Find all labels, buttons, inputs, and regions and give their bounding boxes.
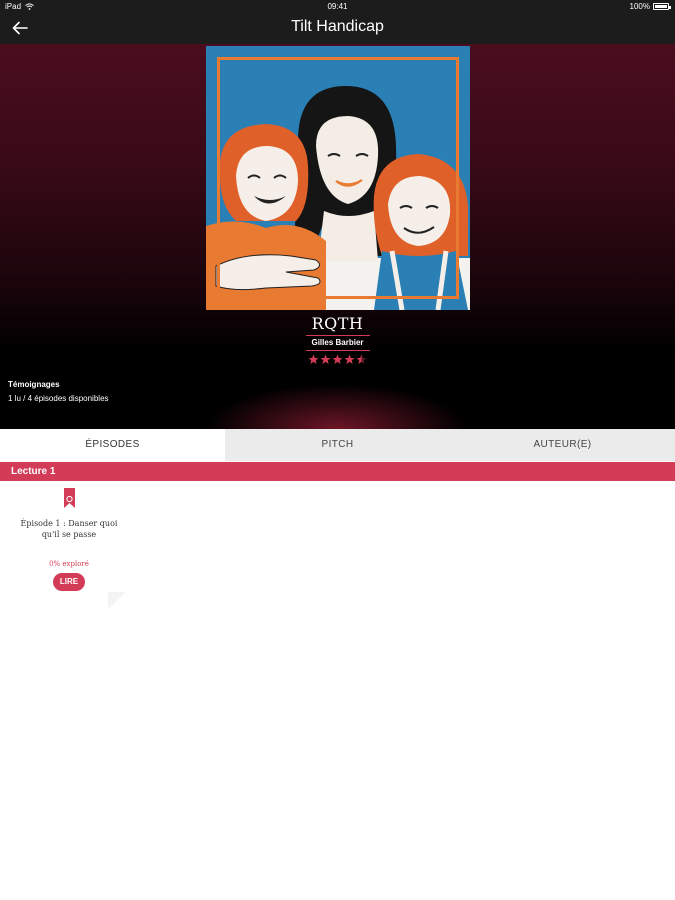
tab-pitch[interactable]: PITCH [225,429,450,461]
episode-availability: 1 lu / 4 épisodes disponibles [8,394,109,403]
author-divider [306,350,370,351]
star-icon [332,354,343,364]
book-cover [206,46,470,310]
tab-author[interactable]: AUTEUR(E) [450,429,675,461]
status-bar: iPad 09:41 100% [0,0,675,13]
title-divider [306,335,370,336]
book-hero: RQTH Gilles Barbier Témoignages 1 lu / 4… [0,44,675,429]
rating-stars [0,354,675,365]
battery-percent: 100% [629,2,650,11]
page-title: Tilt Handicap [291,18,384,35]
tab-bar: ÉPISODES PITCH AUTEUR(E) [0,429,675,461]
episode-progress: 0% exploré [49,560,89,568]
card-page-fold [108,592,126,610]
tab-episodes[interactable]: ÉPISODES [0,429,225,461]
star-icon [356,354,367,364]
read-button[interactable]: LIRE [53,573,85,591]
book-genre: Témoignages [8,380,60,389]
nav-bar: Tilt Handicap [0,13,675,44]
star-icon [344,354,355,364]
bookmark-icon [64,488,75,508]
battery-icon [653,3,671,10]
status-right: 100% [629,2,671,11]
clock: 09:41 [327,2,348,11]
section-header: Lecture 1 [0,462,675,481]
episode-title: Épisode 1 : Danser quoi qu'il se passe [20,519,118,539]
book-author: Gilles Barbier [311,338,364,347]
book-title: RQTH [311,314,364,333]
cover-frame [217,57,459,299]
star-icon [320,354,331,364]
star-icon [308,354,319,364]
